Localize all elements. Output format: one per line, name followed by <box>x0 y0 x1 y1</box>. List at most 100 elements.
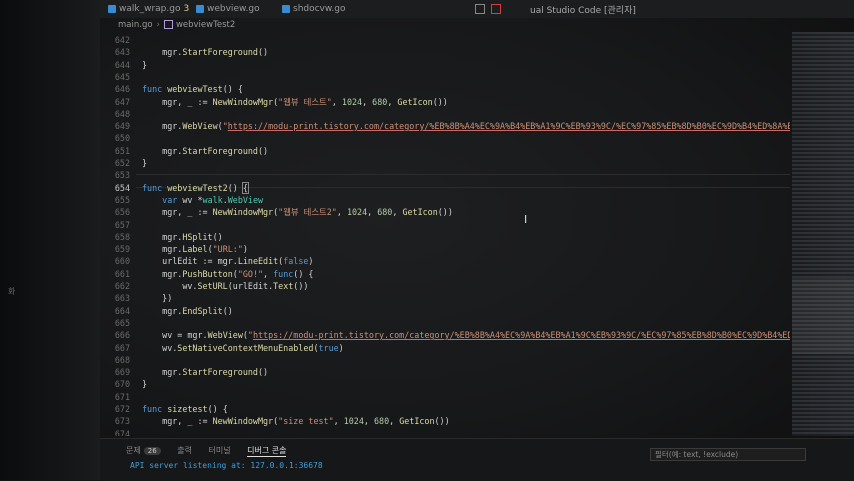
code-line[interactable]: 667 wv.SetNativeContextMenuEnabled(true) <box>100 342 790 354</box>
code-text: func webviewTest2() { <box>142 181 249 194</box>
line-number: 651 <box>114 145 130 156</box>
line-number: 666 <box>114 330 130 341</box>
code-line[interactable]: 671 <box>100 391 790 403</box>
tab-label: walk_wrap.go <box>119 4 181 14</box>
bottom-panel: 문제 26 출력 터미널 디버그 콘솔 필터(예: text, !exclude)… <box>100 438 854 481</box>
tab-label: 문제 <box>126 446 141 455</box>
line-number: 671 <box>114 391 130 402</box>
line-number: 674 <box>114 428 130 436</box>
minimap[interactable] <box>792 32 854 436</box>
code-line[interactable]: 665 <box>100 317 790 329</box>
code-line[interactable]: 644} <box>100 59 790 71</box>
line-number: 656 <box>114 207 130 218</box>
line-number: 645 <box>114 71 130 82</box>
code-text: func sizetest() { <box>142 404 228 414</box>
line-number: 649 <box>114 121 130 132</box>
code-text: } <box>142 59 148 70</box>
line-number: 665 <box>114 317 130 328</box>
code-line[interactable]: 666 wv = mgr.WebView("https://modu-print… <box>100 329 790 341</box>
code-line[interactable]: 655 var wv *walk.WebView <box>100 194 790 206</box>
code-text: var wv *walk.WebView <box>162 194 264 205</box>
code-text: mgr, _ := NewWindowMgr("size test", 1024… <box>142 416 450 427</box>
line-number: 646 <box>114 84 130 95</box>
line-number: 661 <box>114 268 130 279</box>
tab-badge: 3 <box>183 4 190 14</box>
line-number: 648 <box>114 108 130 119</box>
line-number: 663 <box>114 293 130 304</box>
code-line[interactable]: 654 func webviewTest2() { <box>100 181 790 194</box>
code-line[interactable]: 643 mgr.StartForeground() <box>100 46 790 58</box>
code-text: wv.SetNativeContextMenuEnabled(true) <box>142 342 344 353</box>
code-text: mgr.HSplit() <box>142 231 223 242</box>
problems-count-badge: 26 <box>143 447 161 455</box>
close-icon[interactable] <box>491 4 501 14</box>
tab-terminal[interactable]: 터미널 <box>208 445 230 456</box>
code-line[interactable]: 645 <box>100 71 790 83</box>
symbol-icon <box>163 20 173 29</box>
code-line[interactable]: 670} <box>100 378 790 390</box>
go-file-icon <box>196 4 204 13</box>
line-number: 650 <box>114 133 130 144</box>
line-number: 654 <box>114 182 130 193</box>
code-line[interactable]: 648 <box>100 108 790 120</box>
code-line[interactable]: 674 <box>100 428 790 436</box>
tab-label: webview.go <box>207 4 260 14</box>
tab-walk-wrap[interactable]: walk_wrap.go 3 <box>108 2 189 16</box>
code-text: mgr.StartForeground() <box>142 145 269 156</box>
code-text: mgr.WebView("https://modu-print.tistory.… <box>142 121 790 132</box>
code-line[interactable]: 647 mgr, _ := NewWindowMgr("웹뷰 테스트", 102… <box>100 96 790 108</box>
breadcrumb-symbol[interactable]: webviewTest2 <box>176 20 235 30</box>
code-line[interactable]: 656 mgr, _ := NewWindowMgr("웹뷰 테스트2", 10… <box>100 206 790 218</box>
line-number: 662 <box>114 281 130 291</box>
tab-output[interactable]: 출력 <box>177 445 192 456</box>
code-line[interactable]: 658 mgr.HSplit() <box>100 231 790 243</box>
code-line[interactable]: 669 mgr.StartForeground() <box>100 366 790 378</box>
code-text: } <box>142 379 148 390</box>
window-controls <box>475 4 507 15</box>
code-text: wv.SetURL(urlEdit.Text()) <box>142 281 309 291</box>
code-line[interactable]: 664 mgr.EndSplit() <box>100 305 790 317</box>
line-number: 658 <box>114 231 130 242</box>
code-text: mgr.PushButton("GO!", func() { <box>142 268 314 279</box>
minimap-slider[interactable] <box>792 278 854 354</box>
code-line[interactable]: 659 mgr.Label("URL:") <box>100 243 790 255</box>
minimize-icon[interactable] <box>475 4 485 14</box>
tab-problems[interactable]: 문제 26 <box>126 445 161 456</box>
code-text: mgr, _ := NewWindowMgr("웹뷰 테스트2", 1024, … <box>142 207 453 218</box>
go-file-icon <box>108 4 116 13</box>
code-line[interactable]: 663 }) <box>100 292 790 304</box>
left-sidebar: 화 <box>0 0 100 480</box>
code-line[interactable]: 672 func sizetest() { <box>100 403 790 415</box>
code-line[interactable]: 661 mgr.PushButton("GO!", func() { <box>100 268 790 280</box>
code-line[interactable]: 652} <box>100 157 790 169</box>
code-line[interactable]: 673 mgr, _ := NewWindowMgr("size test", … <box>100 415 790 427</box>
tab-webview[interactable]: webview.go <box>196 2 260 16</box>
code-line[interactable]: 649 mgr.WebView("https://modu-print.tist… <box>100 120 790 132</box>
code-line[interactable]: 657 <box>100 219 790 231</box>
filter-input[interactable]: 필터(예: text, !exclude) <box>650 448 806 461</box>
tab-bar: walk_wrap.go 3 webview.go shdocvw.go ual … <box>100 0 854 18</box>
tab-debug-console[interactable]: 디버그 콘솔 <box>247 445 287 457</box>
line-number: 668 <box>114 354 130 365</box>
tab-label: shdocvw.go <box>293 4 346 14</box>
breadcrumb-file[interactable]: main.go <box>118 20 153 30</box>
code-line[interactable]: 651 mgr.StartForeground() <box>100 145 790 157</box>
line-number: 672 <box>114 404 130 414</box>
code-line[interactable]: 646 func webviewTest() { <box>100 83 790 95</box>
line-number: 667 <box>114 342 130 353</box>
code-line[interactable]: 660 urlEdit := mgr.LineEdit(false) <box>100 255 790 267</box>
tab-shdocvw[interactable]: shdocvw.go <box>282 2 346 16</box>
code-line[interactable]: 662 wv.SetURL(urlEdit.Text()) <box>100 280 790 292</box>
line-number: 655 <box>114 194 130 205</box>
code-line[interactable]: 668 <box>100 354 790 366</box>
code-line[interactable]: 650 <box>100 132 790 144</box>
code-text: wv = mgr.WebView("https://modu-print.tis… <box>142 330 790 341</box>
line-number: 647 <box>114 96 130 107</box>
window-title: ual Studio Code [관리자] <box>530 6 636 16</box>
breadcrumb: main.go › webviewTest2 <box>100 18 854 32</box>
code-line[interactable]: 642 <box>100 34 790 46</box>
debug-output: API server listening at: 127.0.0.1:36678 <box>130 461 323 470</box>
code-line[interactable]: 653 <box>100 169 790 181</box>
code-editor[interactable]: 642 643 mgr.StartForeground() 644} 645 646 fu… <box>100 32 790 436</box>
line-number: 673 <box>114 416 130 427</box>
